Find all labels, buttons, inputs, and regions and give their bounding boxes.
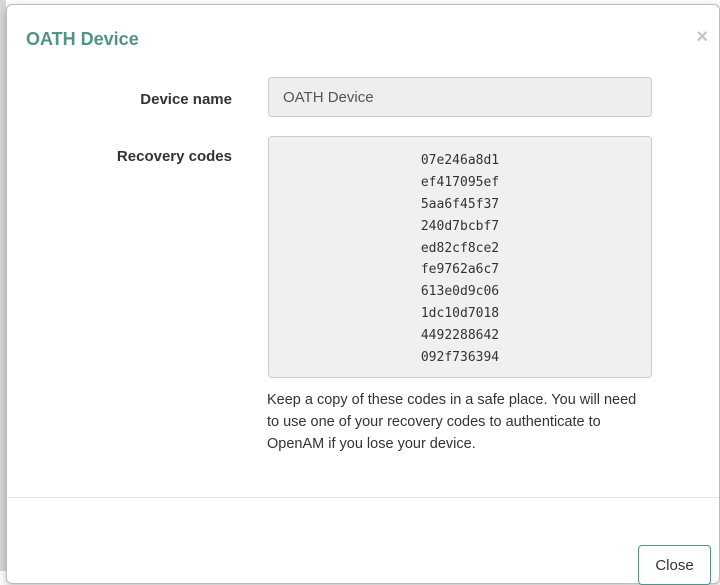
recovery-code: fe9762a6c7 [420, 262, 500, 278]
recovery-code: 4492288642 [420, 328, 500, 344]
recovery-code: 07e246a8d1 [420, 153, 500, 168]
recovery-codes-label: Recovery codes [116, 148, 232, 165]
recovery-code: 5aa6f45f37 [420, 196, 500, 212]
recovery-codes-help-text: Keep a copy of these codes in a safe pla… [267, 392, 637, 452]
device-name-label: Device name [140, 91, 232, 108]
close-icon[interactable]: × [696, 27, 708, 47]
device-name-field[interactable] [268, 77, 652, 117]
recovery-code: 613e0d9c06 [420, 284, 500, 300]
recovery-code: 092f736394 [420, 350, 500, 366]
dialog-header: OATH Device × [7, 5, 719, 75]
close-button[interactable]: Close [638, 545, 711, 585]
recovery-code: 1dc10d7018 [420, 306, 500, 322]
recovery-code: ef417095ef [420, 174, 500, 190]
recovery-code: 240d7bcbf7 [420, 218, 500, 234]
footer-divider [7, 497, 719, 498]
dialog-title: OATH Device [26, 29, 139, 49]
recovery-codes-box: 07e246a8d1 ef417095ef 5aa6f45f37 240d7bc… [268, 136, 652, 378]
recovery-code: ed82cf8ce2 [420, 240, 500, 256]
oath-device-dialog: OATH Device × Device name Recovery codes… [6, 4, 720, 585]
